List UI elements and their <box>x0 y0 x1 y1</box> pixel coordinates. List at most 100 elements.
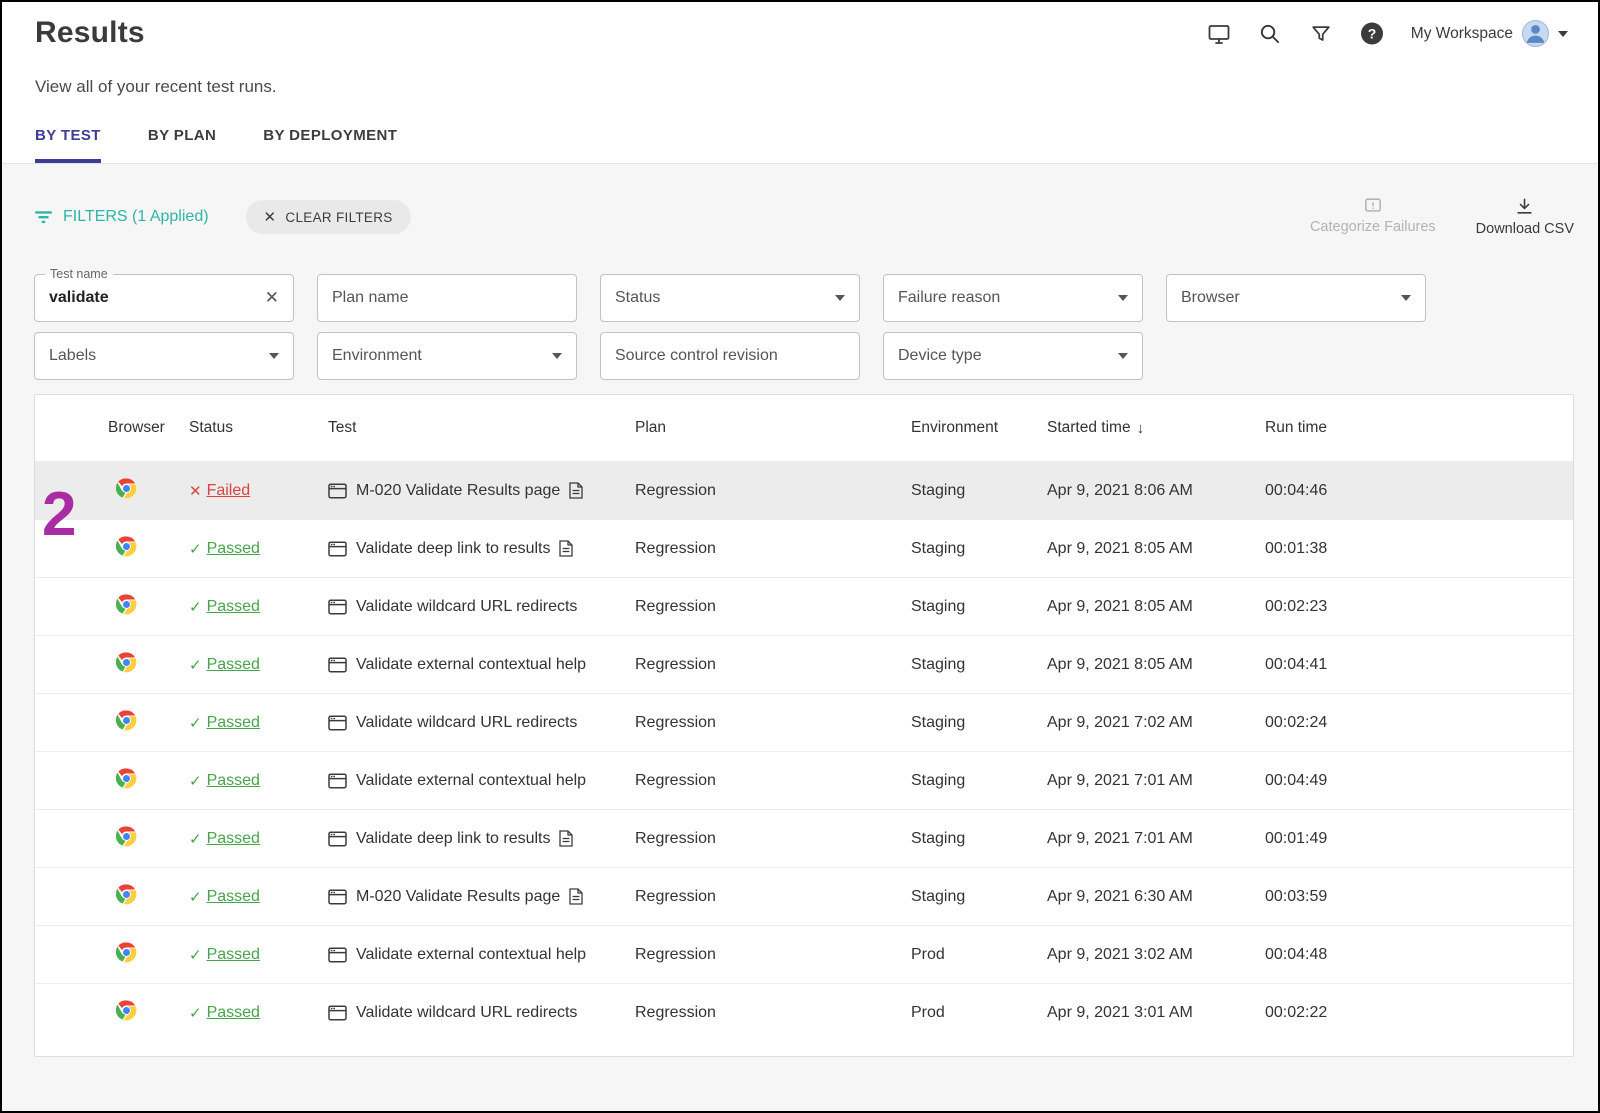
device-type-select[interactable]: Device type <box>883 332 1143 380</box>
document-icon[interactable] <box>569 888 583 905</box>
filters-toggle[interactable]: FILTERS (1 Applied) <box>34 208 209 226</box>
download-csv-label: Download CSV <box>1476 221 1574 237</box>
test-cell[interactable]: Validate external contextual help <box>328 656 635 674</box>
clear-filters-button[interactable]: ✕ CLEAR FILTERS <box>246 200 411 234</box>
status-icon: ✓ <box>189 598 202 616</box>
test-name: Validate external contextual help <box>356 656 586 674</box>
chevron-down-icon <box>1118 353 1128 359</box>
started-cell: Apr 9, 2021 3:01 AM <box>1047 1004 1265 1022</box>
browser-window-icon <box>328 773 347 789</box>
environment-cell: Staging <box>911 830 1047 848</box>
chrome-icon <box>116 1000 137 1026</box>
app-window: Results View all of your recent test run… <box>0 0 1600 1113</box>
environment-select[interactable]: Environment <box>317 332 577 380</box>
col-plan[interactable]: Plan <box>635 419 911 437</box>
source-control-field[interactable]: Source control revision <box>600 332 860 380</box>
sort-desc-icon: ↓ <box>1137 420 1145 437</box>
browser-select[interactable]: Browser <box>1166 274 1426 322</box>
help-icon[interactable]: ? <box>1360 22 1384 46</box>
test-name-input[interactable] <box>49 289 249 307</box>
status-link[interactable]: Passed <box>207 772 260 790</box>
workspace-menu[interactable]: My Workspace <box>1411 20 1568 47</box>
table-row[interactable]: ✕ Failed M-020 Validate Results page <box>35 461 1573 519</box>
table-row[interactable]: ✓ Passed Validate wildcard URL redirects… <box>35 693 1573 751</box>
table-body: ✕ Failed M-020 Validate Results page <box>35 461 1573 1041</box>
page-header: Results View all of your recent test run… <box>2 2 1598 97</box>
document-icon[interactable] <box>559 830 573 847</box>
chrome-icon <box>116 594 137 620</box>
test-cell[interactable]: Validate wildcard URL redirects <box>328 598 635 616</box>
col-test[interactable]: Test <box>328 419 635 437</box>
browser-window-icon <box>328 715 347 731</box>
status-select[interactable]: Status <box>600 274 860 322</box>
test-name: Validate wildcard URL redirects <box>356 714 577 732</box>
tab-by-deployment[interactable]: BY DEPLOYMENT <box>263 127 397 163</box>
status-link[interactable]: Passed <box>207 946 260 964</box>
desktop-icon[interactable] <box>1207 22 1231 46</box>
failure-reason-select[interactable]: Failure reason <box>883 274 1143 322</box>
environment-cell: Prod <box>911 946 1047 964</box>
started-cell: Apr 9, 2021 7:01 AM <box>1047 830 1265 848</box>
table-row[interactable]: ✓ Passed Validate wildcard URL redirects… <box>35 983 1573 1041</box>
table-row[interactable]: ✓ Passed Validate deep link to results <box>35 809 1573 867</box>
search-icon[interactable] <box>1258 22 1282 46</box>
test-name: Validate external contextual help <box>356 772 586 790</box>
document-icon[interactable] <box>569 482 583 499</box>
status-link[interactable]: Passed <box>207 598 260 616</box>
test-cell[interactable]: Validate deep link to results <box>328 830 635 848</box>
status-link[interactable]: Passed <box>207 540 260 558</box>
status-link[interactable]: Passed <box>207 830 260 848</box>
col-environment[interactable]: Environment <box>911 419 1047 437</box>
table-row[interactable]: ✓ Passed M-020 Validate Results page <box>35 867 1573 925</box>
test-cell[interactable]: Validate wildcard URL redirects <box>328 714 635 732</box>
document-icon[interactable] <box>559 540 573 557</box>
col-run-time[interactable]: Run time <box>1265 419 1573 437</box>
test-cell[interactable]: M-020 Validate Results page <box>328 482 635 500</box>
status-icon: ✓ <box>189 540 202 558</box>
started-cell: Apr 9, 2021 8:05 AM <box>1047 540 1265 558</box>
plan-cell: Regression <box>635 888 911 906</box>
device-type-placeholder: Device type <box>898 347 982 365</box>
filter-funnel-icon[interactable] <box>1309 22 1333 46</box>
started-cell: Apr 9, 2021 7:01 AM <box>1047 772 1265 790</box>
test-cell[interactable]: Validate external contextual help <box>328 772 635 790</box>
page-subtitle: View all of your recent test runs. <box>35 77 1568 97</box>
clear-test-name-icon[interactable]: ✕ <box>265 288 279 308</box>
tab-bar: BY TEST BY PLAN BY DEPLOYMENT <box>2 127 1598 164</box>
categorize-failures-button[interactable]: Categorize Failures <box>1310 197 1436 235</box>
test-name: Validate external contextual help <box>356 946 586 964</box>
results-section: FILTERS (1 Applied) ✕ CLEAR FILTERS Cate… <box>2 164 1598 1111</box>
table-row[interactable]: ✓ Passed Validate external contextual he… <box>35 635 1573 693</box>
labels-placeholder: Labels <box>49 347 96 365</box>
tab-by-plan[interactable]: BY PLAN <box>148 127 216 163</box>
table-row[interactable]: ✓ Passed Validate deep link to results <box>35 519 1573 577</box>
plan-name-field[interactable]: Plan name <box>317 274 577 322</box>
runtime-cell: 00:01:49 <box>1265 830 1573 848</box>
download-csv-button[interactable]: Download CSV <box>1476 197 1574 237</box>
col-browser[interactable]: Browser <box>108 419 189 437</box>
col-started-time[interactable]: Started time ↓ <box>1047 419 1265 437</box>
col-status[interactable]: Status <box>189 419 328 437</box>
table-header: Browser Status Test Plan Environment Sta… <box>35 395 1573 461</box>
test-cell[interactable]: Validate wildcard URL redirects <box>328 1004 635 1022</box>
status-link[interactable]: Passed <box>207 656 260 674</box>
tab-by-test[interactable]: BY TEST <box>35 127 101 163</box>
table-row[interactable]: ✓ Passed Validate external contextual he… <box>35 925 1573 983</box>
status-link[interactable]: Passed <box>207 1004 260 1022</box>
plan-cell: Regression <box>635 482 911 500</box>
status-icon: ✓ <box>189 946 202 964</box>
labels-select[interactable]: Labels <box>34 332 294 380</box>
runtime-cell: 00:04:49 <box>1265 772 1573 790</box>
status-link[interactable]: Passed <box>207 888 260 906</box>
started-cell: Apr 9, 2021 6:30 AM <box>1047 888 1265 906</box>
table-row[interactable]: ✓ Passed Validate external contextual he… <box>35 751 1573 809</box>
table-row[interactable]: ✓ Passed Validate wildcard URL redirects… <box>35 577 1573 635</box>
test-cell[interactable]: M-020 Validate Results page <box>328 888 635 906</box>
status-link[interactable]: Passed <box>207 714 260 732</box>
status-link[interactable]: Failed <box>207 482 251 500</box>
test-cell[interactable]: Validate external contextual help <box>328 946 635 964</box>
test-cell[interactable]: Validate deep link to results <box>328 540 635 558</box>
test-name-field[interactable]: Test name ✕ <box>34 274 294 322</box>
environment-cell: Staging <box>911 714 1047 732</box>
started-cell: Apr 9, 2021 8:05 AM <box>1047 598 1265 616</box>
